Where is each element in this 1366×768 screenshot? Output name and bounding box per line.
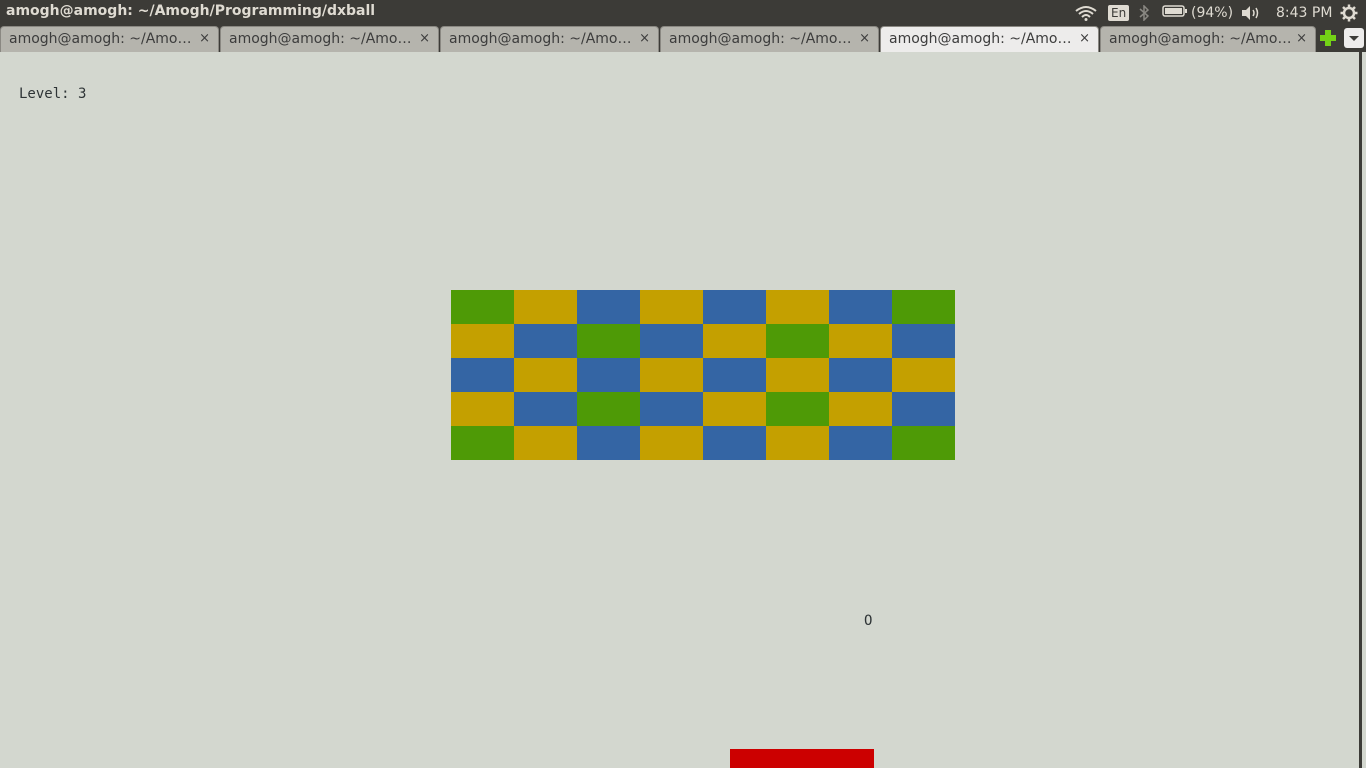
- brick-yellow: [703, 392, 766, 426]
- brick-blue: [829, 426, 892, 460]
- brick-blue: [829, 290, 892, 324]
- gear-icon[interactable]: [1340, 0, 1358, 25]
- brick-green: [577, 392, 640, 426]
- brick-yellow: [514, 290, 577, 324]
- brick-yellow: [766, 290, 829, 324]
- ball: O: [864, 613, 873, 629]
- brick-yellow: [451, 324, 514, 358]
- close-icon[interactable]: ×: [639, 31, 650, 46]
- terminal-tab-active[interactable]: amogh@amogh: ~/Amo… ×: [880, 26, 1099, 52]
- terminal-tab[interactable]: amogh@amogh: ~/Amo… ×: [1100, 26, 1316, 52]
- brick-yellow: [640, 358, 703, 392]
- close-icon[interactable]: ×: [419, 31, 430, 46]
- paddle: [730, 749, 874, 768]
- brick-green: [451, 290, 514, 324]
- brick-yellow: [829, 392, 892, 426]
- terminal-tab[interactable]: amogh@amogh: ~/Amo… ×: [220, 26, 439, 52]
- terminal-tab[interactable]: amogh@amogh: ~/Amo… ×: [660, 26, 879, 52]
- tab-label: amogh@amogh: ~/Amo…: [229, 31, 412, 47]
- tab-label: amogh@amogh: ~/Amo…: [669, 31, 852, 47]
- brick-blue: [640, 392, 703, 426]
- level-indicator: Level: 3: [19, 86, 87, 102]
- brick-yellow: [703, 324, 766, 358]
- brick-blue: [703, 358, 766, 392]
- tab-menu-chevron-down-icon[interactable]: [1344, 28, 1364, 48]
- brick-green: [892, 290, 955, 324]
- tab-label: amogh@amogh: ~/Amo…: [1109, 31, 1292, 47]
- top-panel: amogh@amogh: ~/Amogh/Programming/dxball …: [0, 0, 1366, 25]
- wifi-icon[interactable]: [1075, 0, 1097, 25]
- brick-green: [577, 324, 640, 358]
- brick-green: [892, 426, 955, 460]
- brick-yellow: [892, 358, 955, 392]
- brick-blue: [514, 324, 577, 358]
- brick-blue: [829, 358, 892, 392]
- brick-yellow: [829, 324, 892, 358]
- brick-yellow: [451, 392, 514, 426]
- volume-icon[interactable]: [1240, 0, 1262, 25]
- battery-percent: (94%): [1191, 4, 1234, 21]
- bluetooth-icon[interactable]: [1139, 0, 1149, 25]
- brick-wall: [451, 290, 955, 460]
- tab-label: amogh@amogh: ~/Amo…: [9, 31, 192, 47]
- keyboard-layout-label: En: [1108, 4, 1130, 21]
- window-title: amogh@amogh: ~/Amogh/Programming/dxball: [6, 3, 376, 19]
- brick-blue: [892, 392, 955, 426]
- brick-yellow: [514, 426, 577, 460]
- brick-blue: [577, 290, 640, 324]
- brick-yellow: [766, 358, 829, 392]
- brick-green: [451, 426, 514, 460]
- brick-yellow: [766, 426, 829, 460]
- clock[interactable]: 8:43 PM: [1276, 0, 1332, 25]
- new-tab-plus-icon[interactable]: [1318, 27, 1338, 49]
- tab-label: amogh@amogh: ~/Amo…: [889, 31, 1072, 47]
- brick-blue: [514, 392, 577, 426]
- terminal-tab[interactable]: amogh@amogh: ~/Amo… ×: [0, 26, 219, 52]
- close-icon[interactable]: ×: [1296, 31, 1307, 46]
- brick-green: [766, 392, 829, 426]
- close-icon[interactable]: ×: [859, 31, 870, 46]
- brick-blue: [640, 324, 703, 358]
- brick-yellow: [514, 358, 577, 392]
- battery-indicator[interactable]: (94%): [1162, 0, 1233, 25]
- brick-blue: [703, 290, 766, 324]
- terminal-tab[interactable]: amogh@amogh: ~/Amo… ×: [440, 26, 659, 52]
- scrollbar-thumb[interactable]: [1359, 52, 1362, 768]
- scrollbar[interactable]: [1350, 52, 1366, 768]
- close-icon[interactable]: ×: [199, 31, 210, 46]
- terminal-tab-bar: amogh@amogh: ~/Amo… × amogh@amogh: ~/Amo…: [0, 25, 1366, 52]
- tab-label: amogh@amogh: ~/Amo…: [449, 31, 632, 47]
- brick-blue: [703, 426, 766, 460]
- brick-yellow: [640, 426, 703, 460]
- brick-blue: [577, 358, 640, 392]
- brick-blue: [892, 324, 955, 358]
- keyboard-layout-indicator[interactable]: En: [1108, 0, 1130, 25]
- brick-green: [766, 324, 829, 358]
- close-icon[interactable]: ×: [1079, 31, 1090, 46]
- battery-icon: [1162, 4, 1188, 22]
- brick-blue: [451, 358, 514, 392]
- brick-blue: [577, 426, 640, 460]
- brick-yellow: [640, 290, 703, 324]
